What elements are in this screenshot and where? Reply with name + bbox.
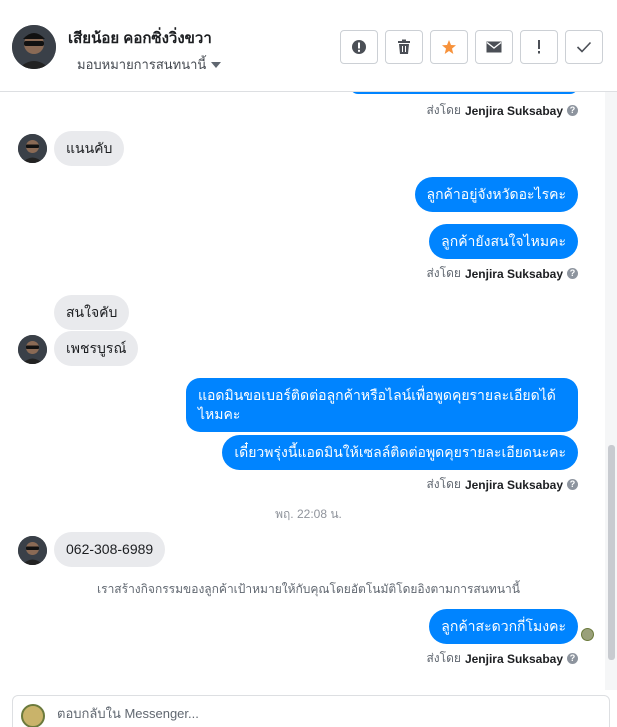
sent-by-line: ส่งโดย Jenjira Suksabay ? bbox=[426, 649, 578, 668]
assign-label: มอบหมายการสนทนานี้ bbox=[77, 57, 207, 72]
system-message: เราสร้างกิจกรรมของลูกค้าเป้าหมายให้กับคุ… bbox=[97, 582, 520, 596]
seen-indicator-avatar bbox=[581, 628, 594, 641]
mark-done-button[interactable] bbox=[565, 30, 603, 64]
customer-avatar[interactable] bbox=[12, 25, 56, 69]
outgoing-message: ลูกค้าอยู่จังหวัดอะไรคะ bbox=[414, 177, 578, 212]
thread-scrollbar-thumb[interactable] bbox=[608, 445, 615, 660]
page-profile-icon bbox=[21, 704, 45, 727]
assign-conversation-dropdown[interactable]: มอบหมายการสนทนานี้ bbox=[77, 54, 222, 75]
message-timestamp: พฤ. 22:08 น. bbox=[275, 507, 342, 521]
customer-avatar-small bbox=[18, 335, 47, 364]
sent-by-line: ส่งโดย Jenjira Suksabay ? bbox=[426, 101, 578, 120]
caret-down-icon bbox=[211, 61, 222, 68]
mark-spam-button[interactable] bbox=[340, 30, 378, 64]
help-icon[interactable]: ? bbox=[567, 268, 578, 279]
incoming-message: 062-308-6989 bbox=[54, 532, 166, 567]
conversation-header: เสียน้อย คอกซิ่งวิ่งขวา มอบหมายการสนทนาน… bbox=[0, 0, 617, 92]
outgoing-message-partial bbox=[350, 92, 578, 94]
sent-by-line: ส่งโดย Jenjira Suksabay ? bbox=[426, 264, 578, 283]
outgoing-message: ลูกค้าสะดวกกี่โมงคะ bbox=[429, 609, 578, 644]
mark-unread-button[interactable] bbox=[475, 30, 513, 64]
outgoing-message: ลูกค้ายังสนใจไหมคะ bbox=[429, 224, 578, 259]
envelope-icon bbox=[486, 41, 502, 53]
star-button[interactable] bbox=[430, 30, 468, 64]
star-icon bbox=[442, 40, 456, 54]
conversation-actions bbox=[340, 30, 603, 64]
incoming-message: แนนคับ bbox=[54, 131, 125, 166]
customer-avatar-small bbox=[18, 536, 47, 565]
customer-avatar-small bbox=[18, 134, 47, 163]
help-icon[interactable]: ? bbox=[567, 105, 578, 116]
customer-name[interactable]: เสียน้อย คอกซิ่งวิ่งขวา bbox=[68, 26, 212, 50]
message-thread[interactable]: ส่งโดย Jenjira Suksabay ? แนนคับ ลูกค้าอ… bbox=[0, 92, 605, 690]
exclamation-circle-icon bbox=[352, 40, 366, 54]
exclamation-icon bbox=[538, 40, 540, 54]
help-icon[interactable]: ? bbox=[567, 653, 578, 664]
delete-button[interactable] bbox=[385, 30, 423, 64]
trash-icon bbox=[398, 39, 410, 54]
outgoing-message-multiline: แอดมินขอเบอร์ติดต่อลูกค้าหรือไลน์เพื่อพู… bbox=[186, 378, 578, 432]
sent-by-line: ส่งโดย Jenjira Suksabay ? bbox=[426, 475, 578, 494]
incoming-message: สนใจคับ bbox=[54, 295, 130, 330]
reply-input[interactable] bbox=[57, 706, 577, 721]
outgoing-message: เดี๋ยวพรุ่งนี้แอดมินให้เซลล์ติดต่อพูดคุย… bbox=[222, 435, 578, 470]
help-icon[interactable]: ? bbox=[567, 479, 578, 490]
incoming-message: เพชรบูรณ์ bbox=[54, 331, 139, 366]
reply-composer[interactable] bbox=[12, 695, 610, 727]
check-icon bbox=[576, 41, 592, 53]
follow-up-button[interactable] bbox=[520, 30, 558, 64]
